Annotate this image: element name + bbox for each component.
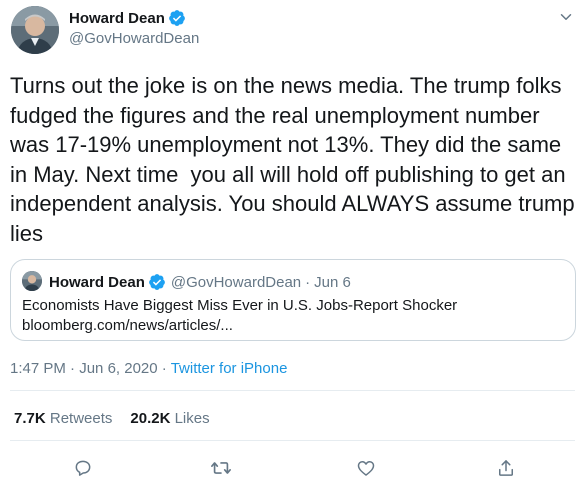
tweet-source-link[interactable]: Twitter for iPhone <box>171 360 288 377</box>
meta-separator: · <box>157 360 171 377</box>
quoted-author-name: Howard Dean <box>49 273 145 291</box>
quoted-author-avatar <box>22 271 42 291</box>
author-name[interactable]: Howard Dean <box>69 10 165 27</box>
tweet-meta: 1:47 PM · Jun 6, 2020 · Twitter for iPho… <box>10 360 287 377</box>
more-options-chevron-down-icon[interactable] <box>557 8 575 31</box>
quoted-tweet-link[interactable]: bloomberg.com/news/articles/... <box>22 317 233 334</box>
divider <box>10 440 575 441</box>
quoted-date: Jun 6 <box>314 273 351 291</box>
quoted-tweet-text: Economists Have Biggest Miss Ever in U.S… <box>22 297 458 314</box>
likes-count: 20.2K <box>130 410 171 427</box>
tweet-time[interactable]: 1:47 PM <box>10 360 66 377</box>
retweet-icon[interactable] <box>209 456 233 480</box>
tweet-text: Turns out the joke is on the news media.… <box>10 73 581 246</box>
meta-separator: · <box>65 360 80 377</box>
quoted-tweet[interactable]: Howard Dean @GovHowardDean · Jun 6 Econo… <box>10 259 576 341</box>
action-bar <box>0 456 585 480</box>
like-heart-icon[interactable] <box>354 456 378 480</box>
author-avatar[interactable] <box>11 6 59 54</box>
reply-icon[interactable] <box>71 456 95 480</box>
share-icon[interactable] <box>494 456 518 480</box>
author-handle[interactable]: @GovHowardDean <box>69 30 199 47</box>
retweets-label: Retweets <box>49 410 113 427</box>
divider <box>10 390 575 391</box>
avatar-photo-icon <box>22 271 42 291</box>
likes-stat[interactable]: 20.2K Likes <box>130 410 209 427</box>
quoted-author-handle: @GovHowardDean <box>170 273 302 291</box>
tweet-date[interactable]: Jun 6, 2020 <box>79 360 157 377</box>
verified-badge-icon <box>148 273 166 291</box>
avatar-photo-icon <box>11 6 59 54</box>
author-name-row: Howard Dean <box>69 9 186 27</box>
tweet-card: Howard Dean @GovHowardDean Turns out the… <box>0 0 585 493</box>
quoted-separator: · <box>305 273 311 291</box>
engagement-stats: 7.7K Retweets 20.2K Likes <box>14 410 210 427</box>
verified-badge-icon <box>168 9 186 27</box>
retweets-stat[interactable]: 7.7K Retweets <box>14 410 112 427</box>
likes-label: Likes <box>174 410 210 427</box>
quoted-tweet-header: Howard Dean @GovHowardDean · Jun 6 <box>49 273 351 291</box>
retweets-count: 7.7K <box>14 410 46 427</box>
